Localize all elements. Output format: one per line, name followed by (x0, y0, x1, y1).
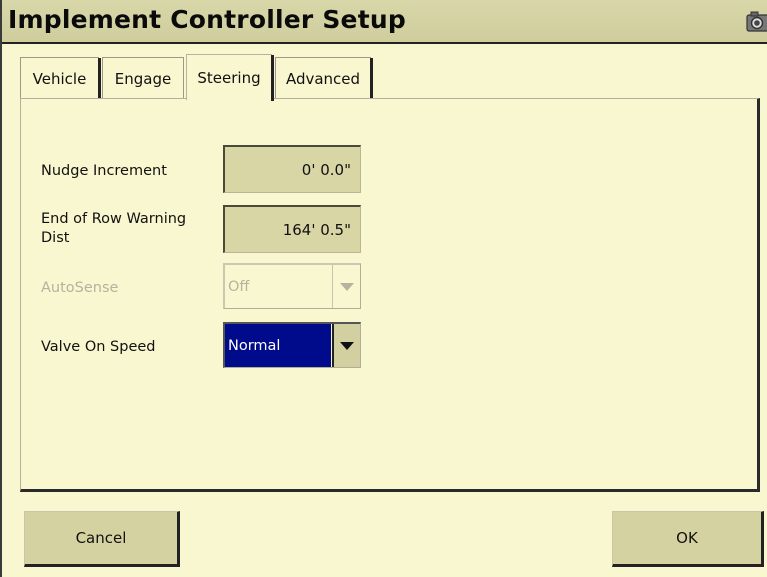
title-bar: Implement Controller Setup (2, 0, 767, 44)
tab-engage[interactable]: Engage (102, 57, 184, 99)
tab-engage-label: Engage (114, 69, 172, 88)
end-of-row-warning-label: End of Row Warning Dist (41, 210, 186, 248)
end-of-row-warning-field[interactable]: 164' 0.5" (223, 205, 361, 253)
end-of-row-warning-label-line2: Dist (41, 230, 70, 246)
cancel-button[interactable]: Cancel (24, 511, 180, 567)
nudge-increment-field[interactable]: 0' 0.0" (223, 145, 361, 193)
end-of-row-warning-label-line1: End of Row Warning (41, 211, 187, 227)
chevron-down-icon (332, 265, 360, 308)
tab-steering[interactable]: Steering (186, 54, 274, 101)
tab-vehicle[interactable]: Vehicle (20, 57, 101, 100)
camera-icon[interactable] (745, 9, 767, 33)
autosense-dropdown[interactable]: Off (223, 263, 361, 309)
window-title: Implement Controller Setup (8, 5, 406, 34)
tab-advanced[interactable]: Advanced (275, 57, 373, 100)
valve-on-speed-label: Valve On Speed (41, 339, 156, 355)
cancel-button-label: Cancel (75, 529, 127, 547)
autosense-value: Off (228, 278, 250, 295)
tab-divider (271, 55, 274, 101)
steering-settings-panel: Nudge Increment 0' 0.0" End of Row Warni… (20, 98, 760, 492)
valve-on-speed-value: Normal (225, 324, 331, 367)
tab-steering-label: Steering (197, 68, 261, 87)
tab-divider (98, 58, 101, 100)
nudge-increment-label: Nudge Increment (41, 163, 167, 179)
tab-divider (370, 58, 373, 100)
ok-button[interactable]: OK (612, 511, 764, 567)
end-of-row-warning-value: 164' 0.5" (282, 220, 351, 239)
tab-vehicle-label: Vehicle (32, 69, 87, 88)
nudge-increment-value: 0' 0.0" (301, 160, 351, 179)
ok-button-label: OK (676, 529, 698, 547)
chevron-down-icon (332, 324, 360, 367)
implement-controller-setup-window: Implement Controller Setup Vehicle Engag… (0, 0, 767, 577)
tab-advanced-label: Advanced (285, 69, 361, 88)
valve-on-speed-dropdown[interactable]: Normal (223, 322, 361, 368)
autosense-label: AutoSense (41, 280, 119, 296)
